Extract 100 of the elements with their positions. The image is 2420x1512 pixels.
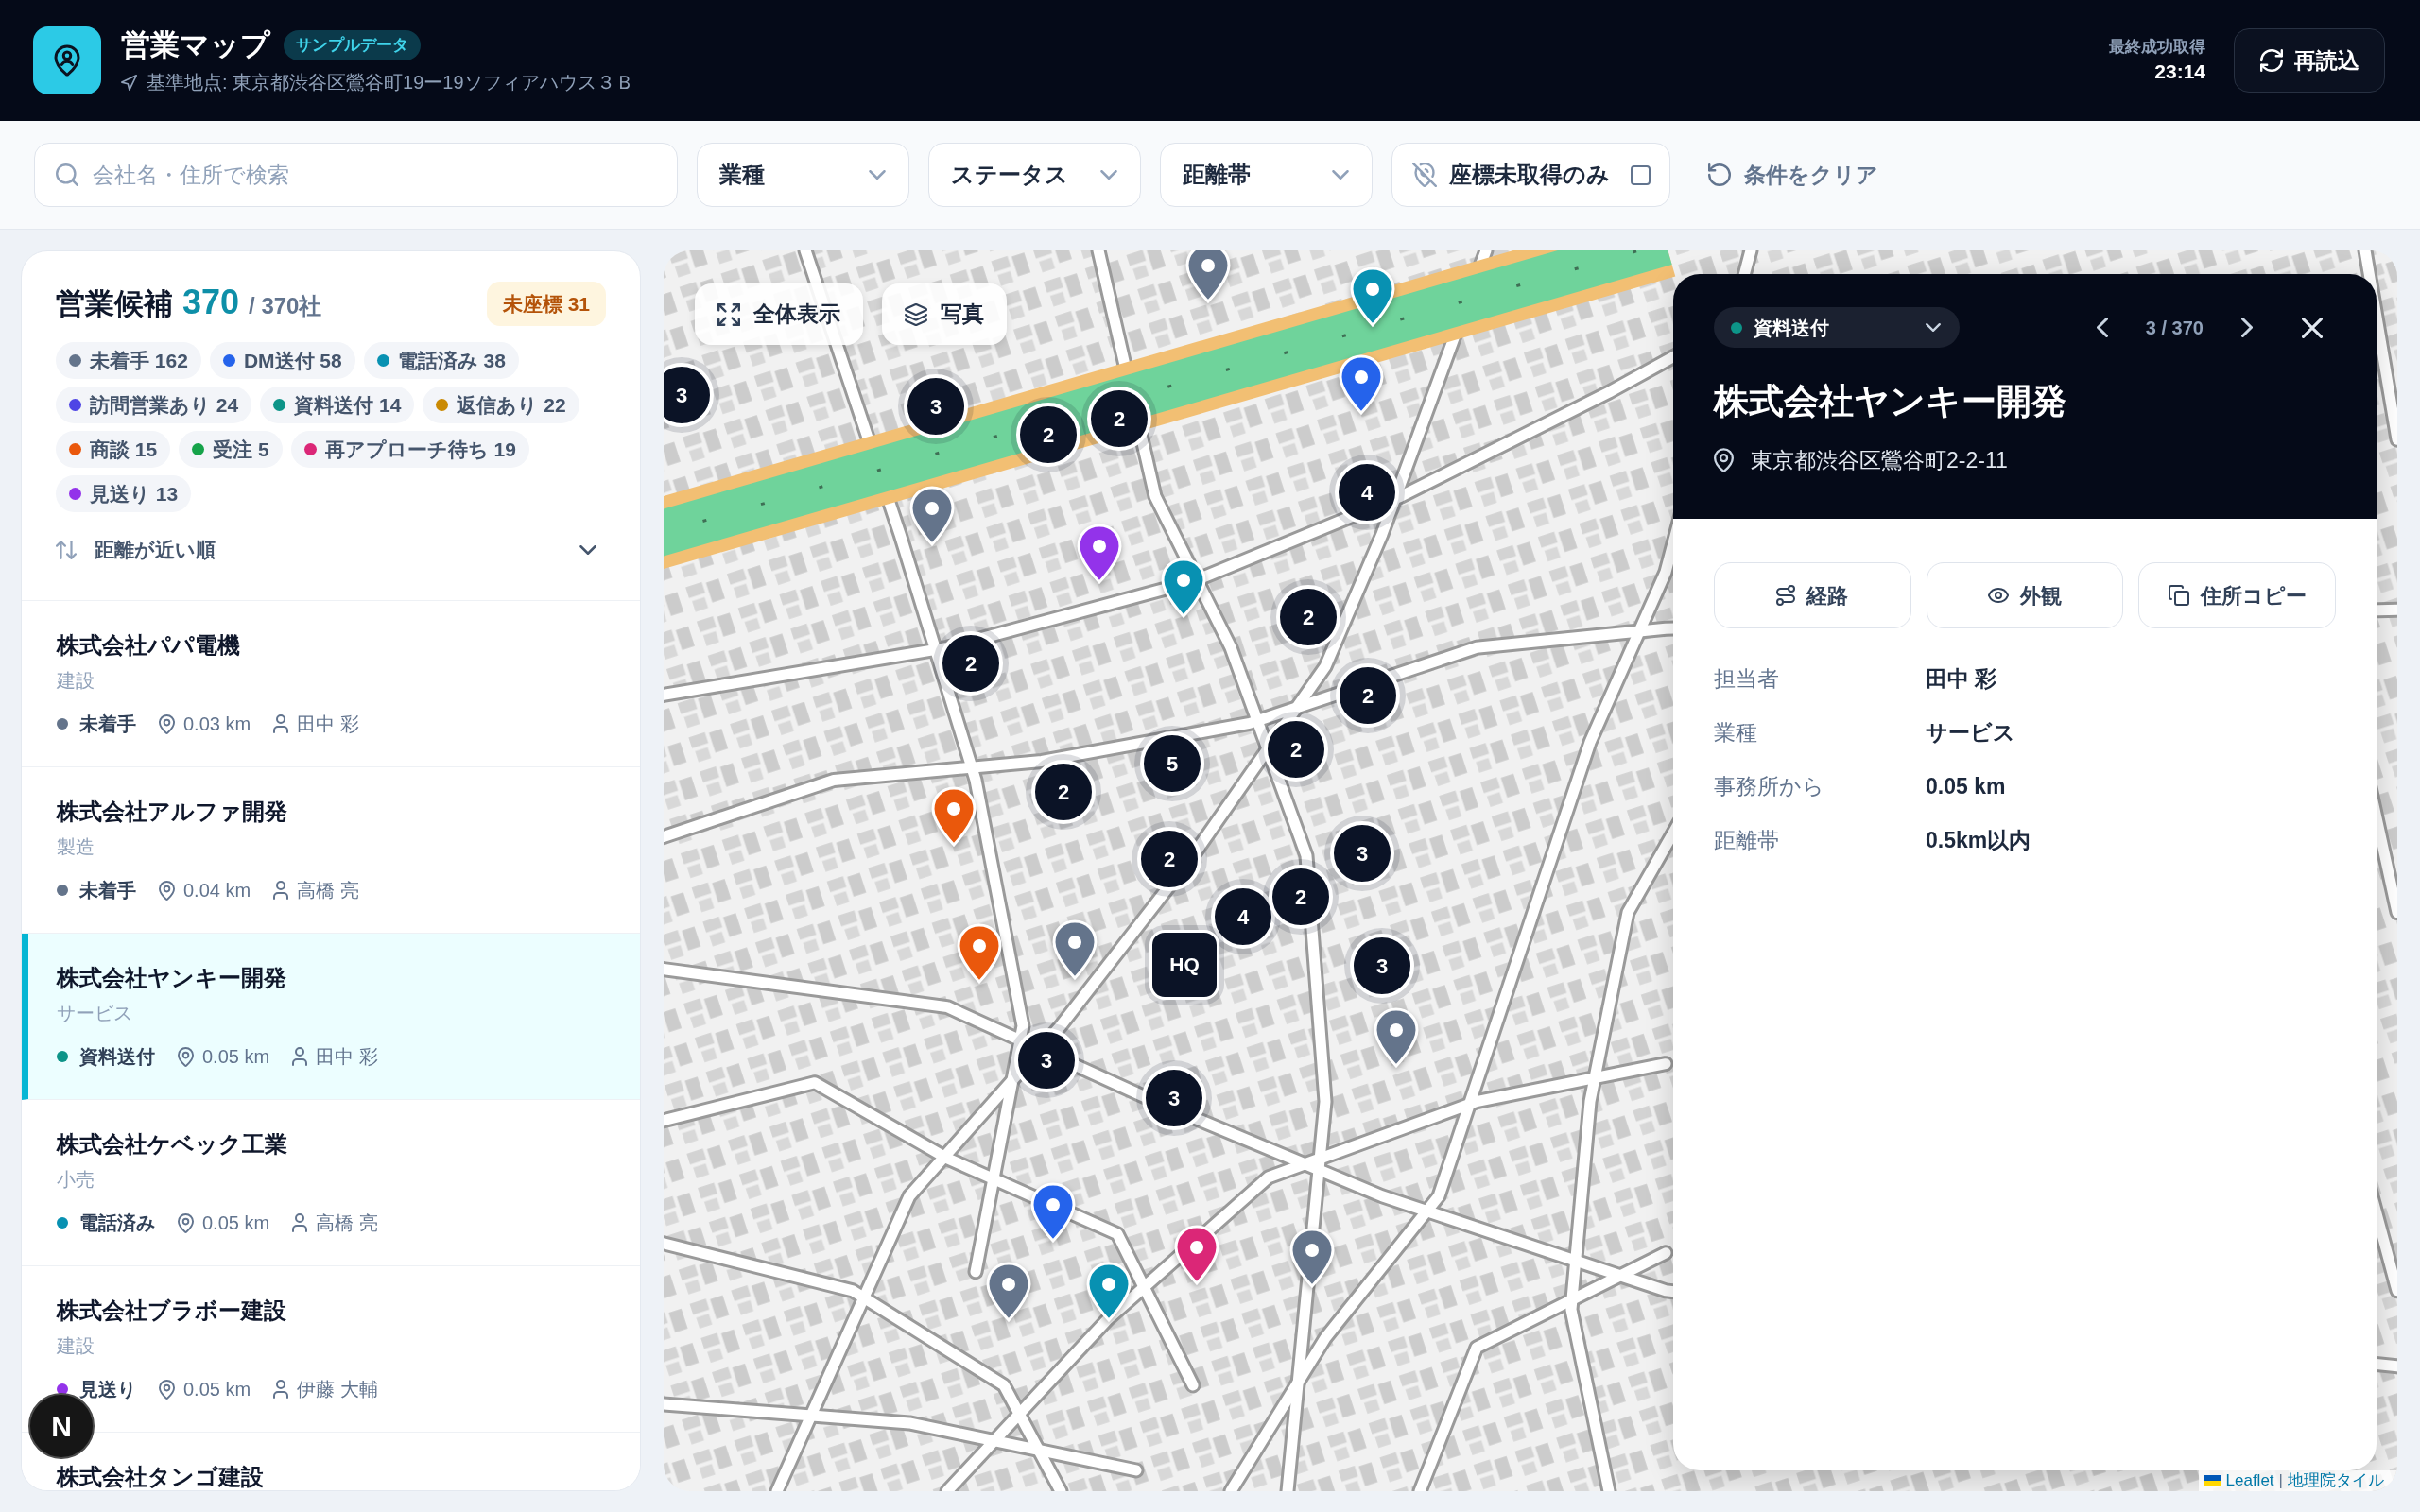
filter-select[interactable]: 距離帯	[1160, 143, 1373, 207]
company-category: サービス	[57, 1002, 133, 1025]
map-pin-icon[interactable]	[1172, 1224, 1221, 1286]
status-text: 未着手	[79, 879, 136, 902]
status-text: 資料送付	[79, 1045, 155, 1069]
location-pin-icon	[1714, 448, 1734, 472]
company-name: 株式会社タンゴ建設	[57, 1463, 265, 1490]
field-value: 田中 彩	[1926, 665, 1997, 694]
company-category: 小売	[57, 1168, 95, 1192]
checkbox[interactable]	[1631, 164, 1651, 185]
company-category: 製造	[57, 835, 95, 859]
person-icon	[273, 881, 289, 900]
flag-icon	[2204, 1475, 2221, 1486]
action-button[interactable]: 住所コピー	[2138, 562, 2336, 628]
status-text: 電話済み	[79, 1211, 155, 1235]
chevron-right-icon[interactable]	[2241, 318, 2253, 337]
map-pin-icon[interactable]	[1337, 353, 1386, 416]
search-icon	[56, 163, 78, 186]
owner-name: 田中 彩	[316, 1045, 378, 1069]
owner-name: 田中 彩	[297, 713, 359, 736]
company-name: 株式会社アルファ開発	[57, 798, 288, 826]
location-pin-icon	[159, 880, 175, 901]
headquarters-marker[interactable]: HQ	[1150, 930, 1219, 1000]
owner-name: 伊藤 大輔	[297, 1378, 378, 1401]
action-button[interactable]: 経路	[1714, 562, 1911, 628]
action-button[interactable]: 外観	[1926, 562, 2124, 628]
map-pin-icon[interactable]	[1159, 557, 1208, 619]
search-field[interactable]: 会社名・住所で検索	[34, 143, 678, 207]
chevron-down-icon	[869, 170, 886, 180]
chevron-down-icon	[579, 545, 596, 555]
last-fetch-label: 最終成功取得	[2109, 37, 2205, 58]
sort-select[interactable]: 距離が近い順	[56, 525, 606, 575]
field-label: 距離帯	[1714, 827, 1780, 855]
reload-button[interactable]: 再読込	[2234, 28, 2385, 93]
company-list-item[interactable]: 株式会社ヤンキー開発 サービス 資料送付 0.05 km 田中 彩	[22, 934, 640, 1100]
field-label: 担当者	[1714, 665, 1780, 694]
map-pin-icon[interactable]	[955, 922, 1004, 985]
map-pin-icon[interactable]	[1348, 266, 1397, 328]
last-fetch-time: 23:14	[2154, 60, 2205, 84]
owner-name: 高橋 亮	[316, 1211, 378, 1235]
sample-data-badge: サンプルデータ	[284, 30, 421, 60]
map-pin-icon[interactable]	[1184, 250, 1233, 304]
map-pin-icon[interactable]	[1075, 523, 1124, 585]
field-label: 事務所から	[1714, 773, 1825, 801]
company-category: 建設	[57, 669, 95, 693]
location-pin-icon	[178, 1046, 194, 1067]
person-icon	[273, 714, 289, 733]
status-count-label: 返信あり 22	[457, 392, 566, 419]
map-control-button[interactable]: 写真	[882, 284, 1007, 345]
navigation-arrow-icon	[121, 74, 137, 91]
chevron-down-icon	[1100, 170, 1117, 180]
field-label: 業種	[1714, 719, 1758, 747]
status-count-label: 訪問営業あり 24	[90, 392, 239, 419]
field-value: 0.5km以内	[1926, 827, 2031, 855]
status-count-label: 電話済み 38	[397, 348, 506, 373]
filter-select[interactable]: ステータス	[928, 143, 1141, 207]
distance-text: 0.05 km	[202, 1211, 270, 1235]
status-count-label: 商談 15	[90, 437, 158, 462]
location-pin-icon	[159, 1379, 175, 1400]
close-icon[interactable]	[2302, 317, 2323, 338]
distance-text: 0.04 km	[183, 879, 251, 902]
owner-name: 高橋 亮	[297, 879, 359, 902]
expand-arrows-icon	[717, 302, 740, 326]
company-category: 建設	[57, 1334, 95, 1358]
map-pin-icon[interactable]	[1028, 1181, 1078, 1244]
map-pin-icon[interactable]	[908, 485, 957, 547]
clear-filters-button[interactable]: 条件をクリア	[1708, 158, 1878, 192]
status-count-label: DM送付 58	[243, 348, 342, 373]
person-icon	[292, 1047, 308, 1066]
attribution-link[interactable]: 地理院タイル	[2288, 1470, 2384, 1491]
map-pin-icon[interactable]	[929, 785, 978, 848]
person-icon	[273, 1380, 289, 1399]
map-pin-icon[interactable]	[1288, 1227, 1337, 1289]
field-value: 0.05 km	[1926, 773, 2006, 801]
location-pin-icon	[159, 713, 175, 734]
attribution-separator: |	[2278, 1470, 2283, 1491]
filter-select[interactable]: 業種	[697, 143, 909, 207]
company-name: 株式会社ブラボー建設	[57, 1297, 287, 1325]
status-count-label: 再アプローチ待ち 19	[324, 437, 516, 462]
map-pin-icon[interactable]	[984, 1261, 1033, 1323]
status-text: 未着手	[79, 713, 136, 736]
distance-text: 0.05 km	[202, 1045, 270, 1069]
layers-icon	[905, 302, 927, 326]
eye-icon	[1988, 588, 2009, 603]
company-name: 株式会社パパ電機	[57, 631, 241, 660]
crossed-pin-icon	[1412, 163, 1437, 187]
map-pin-icon[interactable]	[1372, 1006, 1421, 1069]
distance-text: 0.03 km	[183, 713, 251, 736]
person-icon	[292, 1213, 308, 1232]
attribution-link[interactable]: Leaflet	[2225, 1470, 2274, 1491]
route-icon	[1776, 585, 1796, 606]
missing-coords-toggle[interactable]: 座標未取得のみ	[1392, 143, 1670, 207]
chevron-left-icon[interactable]	[2096, 318, 2108, 337]
map-control-button[interactable]: 全体表示	[695, 284, 863, 345]
status-count-label: 見送り 13	[90, 481, 179, 507]
location-person-icon	[33, 26, 101, 94]
status-select[interactable]: 資料送付	[1714, 307, 1960, 348]
map-pin-icon[interactable]	[1050, 919, 1099, 981]
sort-arrows-icon	[56, 541, 77, 559]
refresh-icon	[2259, 49, 2283, 72]
